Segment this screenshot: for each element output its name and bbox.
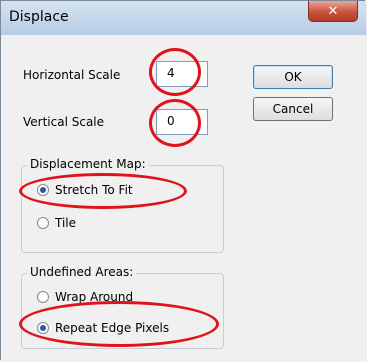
cancel-button[interactable]: Cancel xyxy=(253,97,333,121)
dialog-content: Horizontal Scale 4 Vertical Scale 0 OK C… xyxy=(1,35,366,361)
wrap-around-option[interactable]: Wrap Around xyxy=(37,290,133,304)
repeat-edge-pixels-option[interactable]: Repeat Edge Pixels xyxy=(37,321,169,335)
title-bar[interactable]: Displace ✕ xyxy=(1,1,366,36)
wrap-around-label: Wrap Around xyxy=(55,290,134,304)
tile-label: Tile xyxy=(55,216,77,230)
vertical-scale-input[interactable]: 0 xyxy=(156,109,208,135)
close-icon: ✕ xyxy=(327,3,339,19)
close-button[interactable]: ✕ xyxy=(308,1,358,22)
horizontal-scale-label: Horizontal Scale xyxy=(23,68,121,82)
radio-unselected-icon[interactable] xyxy=(37,291,49,303)
tile-option[interactable]: Tile xyxy=(37,216,76,230)
stretch-to-fit-label: Stretch To Fit xyxy=(55,183,133,197)
radio-selected-icon[interactable] xyxy=(37,322,49,334)
displace-dialog: Displace ✕ Horizontal Scale 4 Vertical S… xyxy=(0,0,366,361)
dialog-title: Displace xyxy=(9,9,69,25)
vertical-scale-label: Vertical Scale xyxy=(23,115,105,129)
stretch-to-fit-option[interactable]: Stretch To Fit xyxy=(37,183,133,197)
undefined-areas-legend: Undefined Areas: xyxy=(27,265,137,279)
radio-unselected-icon[interactable] xyxy=(37,217,49,229)
ok-button[interactable]: OK xyxy=(253,65,333,89)
horizontal-scale-input[interactable]: 4 xyxy=(156,61,208,87)
displacement-map-group xyxy=(21,165,224,253)
displacement-map-legend: Displacement Map: xyxy=(27,157,149,171)
undefined-areas-group xyxy=(21,273,224,349)
repeat-edge-pixels-label: Repeat Edge Pixels xyxy=(55,321,170,335)
radio-selected-icon[interactable] xyxy=(37,184,49,196)
